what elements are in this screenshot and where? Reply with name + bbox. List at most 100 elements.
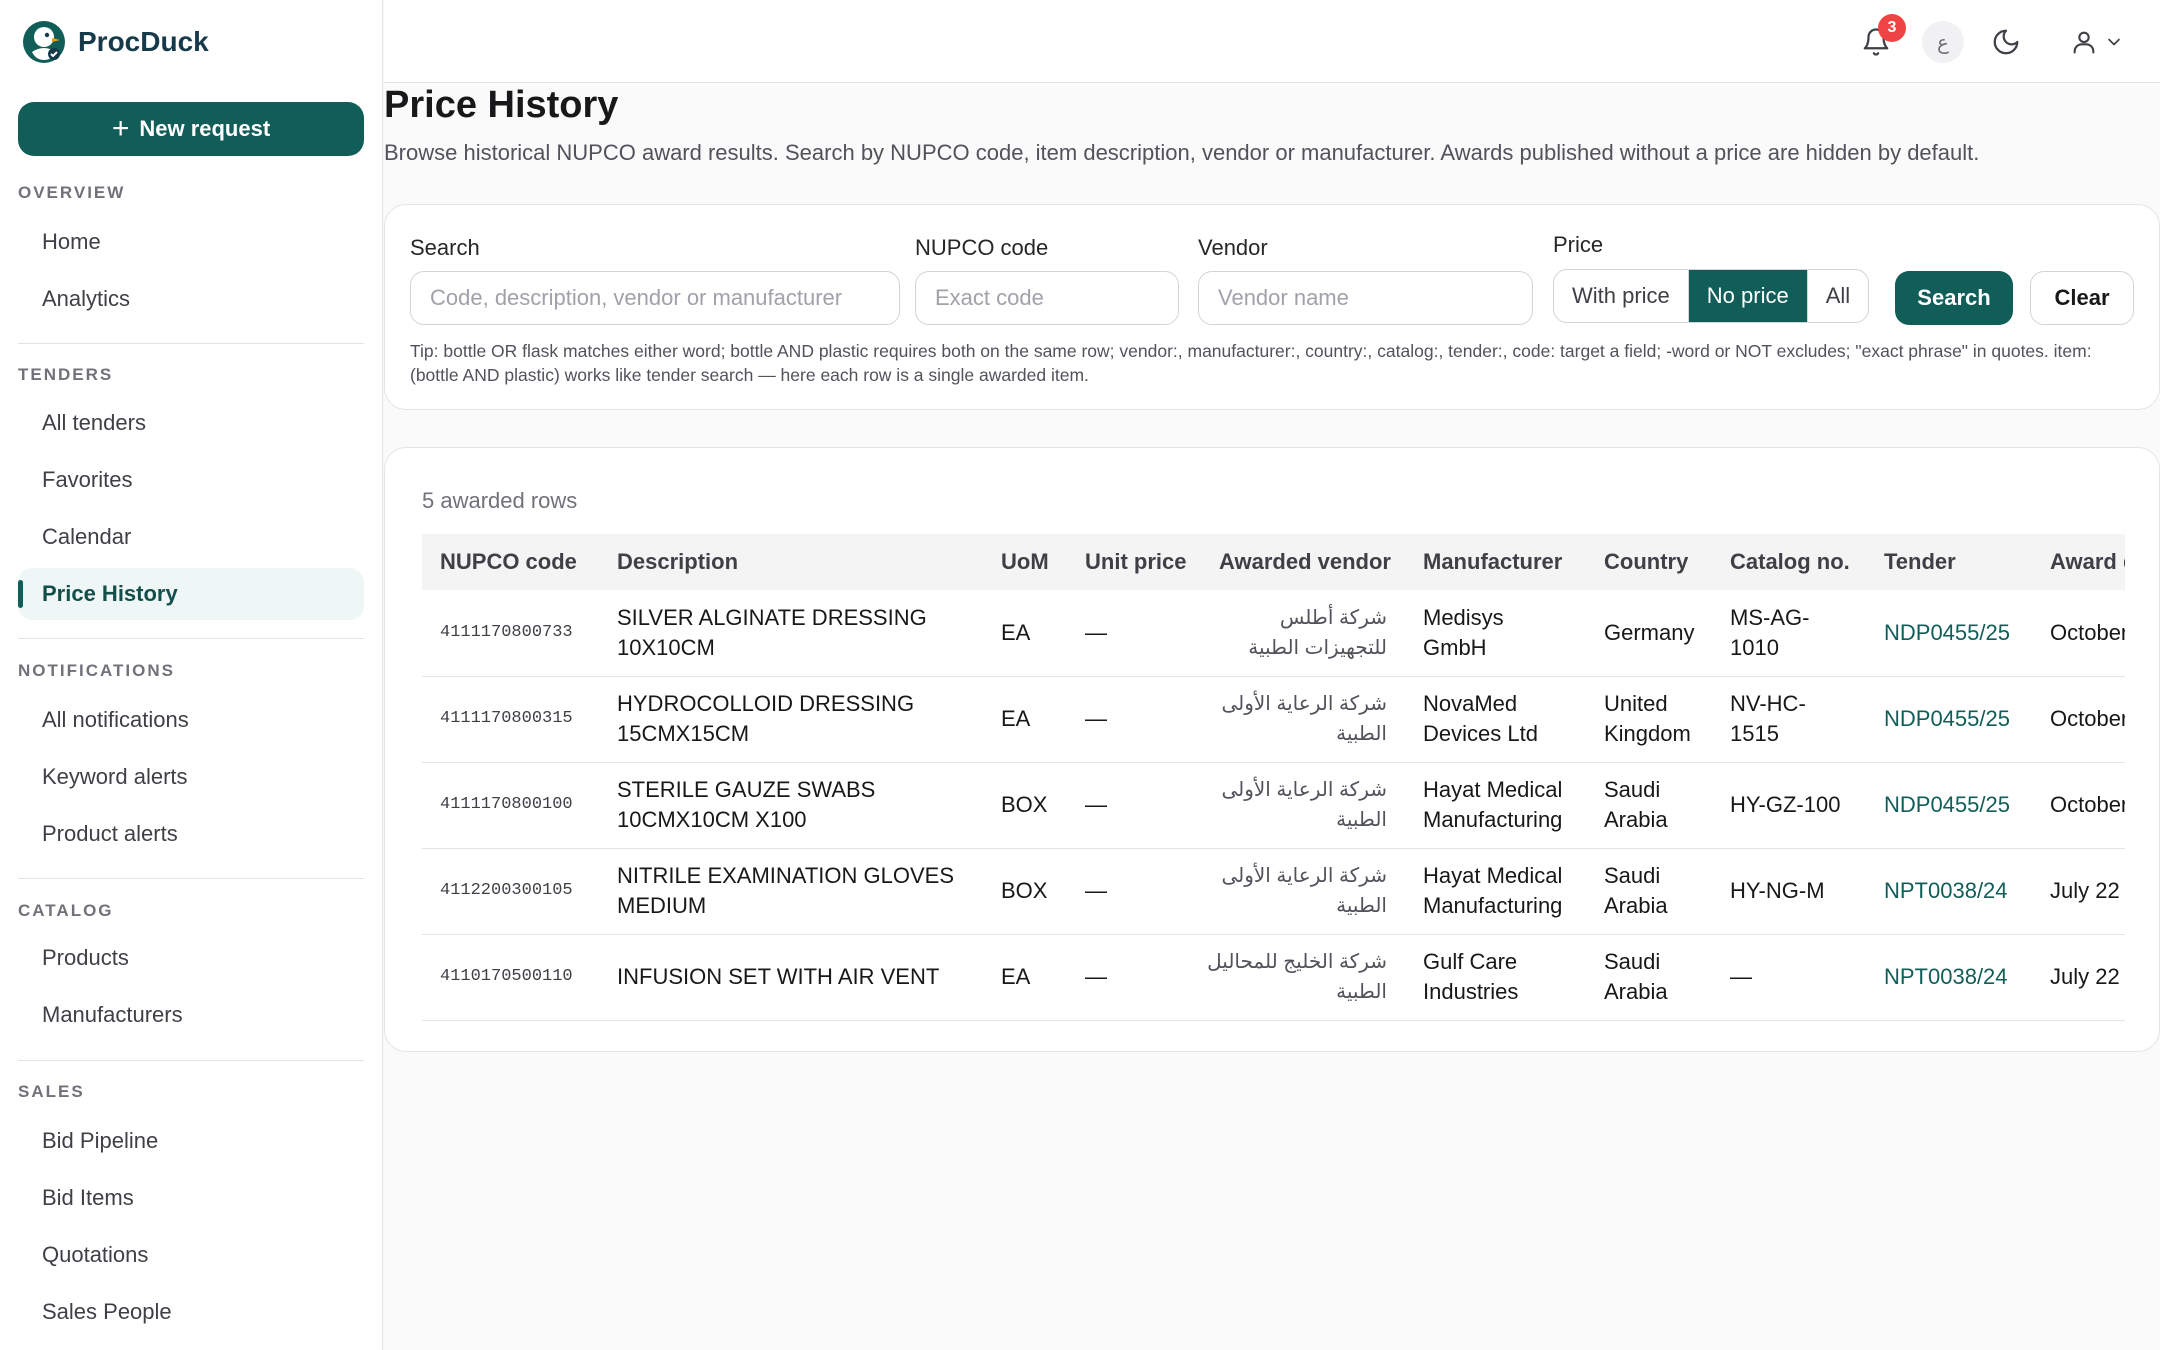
vendor-input[interactable] (1198, 271, 1533, 325)
cell-unit-price: — (1085, 619, 1107, 645)
cell-tender-link[interactable]: NDP0455/25 (1866, 676, 2032, 762)
theme-toggle-button[interactable] (1986, 22, 2026, 62)
nav-heading-sales: SALES (18, 1082, 85, 1101)
vendor-name: شركة الخليج للمحاليل الطبية (1207, 951, 1387, 1003)
cell-manufacturer: Hayat Medical Manufacturing (1423, 863, 1563, 918)
price-option-no-price[interactable]: No price (1688, 270, 1808, 322)
sidebar-item-manufacturers[interactable]: Manufacturers (18, 989, 364, 1041)
sidebar: ProcDuck + New request OVERVIEW Home Ana… (0, 0, 383, 1350)
table-header-row: NUPCO code Description UoM Unit price Aw… (422, 534, 2125, 590)
sidebar-item-keyword-alerts[interactable]: Keyword alerts (18, 751, 364, 803)
sidebar-divider (18, 638, 364, 639)
sidebar-item-all-tenders[interactable]: All tenders (18, 397, 364, 449)
plus-icon: + (111, 112, 130, 145)
sidebar-item-quotations[interactable]: Quotations (18, 1229, 364, 1281)
column-header-unit-price[interactable]: Unit price (1067, 534, 1201, 590)
cell-award-date: July 22 (2050, 878, 2120, 903)
column-header-nupco-code[interactable]: NUPCO code (422, 534, 599, 590)
column-header-country[interactable]: Country (1586, 534, 1712, 590)
sidebar-item-price-history[interactable]: Price History (18, 568, 364, 620)
cell-tender-link[interactable]: NPT0038/24 (1866, 848, 2032, 934)
price-label: Price (1553, 232, 1604, 257)
sidebar-item-analytics[interactable]: Analytics (18, 273, 364, 325)
table-row: 4112200300105 NITRILE EXAMINATION GLOVES… (422, 848, 2125, 934)
cell-award-date: October (2050, 792, 2125, 817)
notification-count-badge: 3 (1878, 14, 1906, 42)
new-request-button[interactable]: + New request (18, 102, 364, 156)
cell-country: Saudi Arabia (1604, 949, 1668, 1004)
cell-country: Saudi Arabia (1604, 863, 1668, 918)
cell-uom: EA (1001, 964, 1031, 989)
notifications-button[interactable]: 3 (1856, 14, 1906, 62)
cell-award-date: July 22 (2050, 964, 2120, 989)
cell-catalog-no: HY-GZ-100 (1730, 792, 1841, 817)
search-label: Search (410, 235, 480, 260)
sidebar-divider (18, 878, 364, 879)
table-row: 4111170800315 HYDROCOLLOID DRESSING 15CM… (422, 676, 2125, 762)
sidebar-item-all-notifications[interactable]: All notifications (18, 694, 364, 746)
cell-nupco-code: 4110170500110 (440, 967, 573, 986)
price-filter-toggle: With price No price All (1553, 269, 1870, 323)
sidebar-item-calendar[interactable]: Calendar (18, 511, 364, 563)
cell-uom: BOX (1001, 878, 1048, 903)
table-row: 4110170500110 INFUSION SET WITH AIR VENT… (422, 934, 2125, 1020)
sidebar-item-sales-people[interactable]: Sales People (18, 1286, 364, 1338)
cell-award-date: October (2050, 619, 2125, 645)
user-menu-button[interactable] (2062, 22, 2132, 62)
sidebar-item-bid-pipeline[interactable]: Bid Pipeline (18, 1115, 364, 1167)
cell-awarded-vendor: شركة الرعاية الأولى الطبية (1201, 676, 1405, 762)
cell-unit-price: — (1085, 878, 1107, 903)
sidebar-item-product-alerts[interactable]: Product alerts (18, 808, 364, 860)
nav-heading-notifications: NOTIFICATIONS (18, 661, 175, 680)
language-toggle-button[interactable]: ع (1922, 21, 1964, 63)
results-table-scroll[interactable]: NUPCO code Description UoM Unit price Aw… (422, 534, 2125, 1022)
clear-button[interactable]: Clear (2030, 271, 2134, 325)
cell-unit-price: — (1085, 792, 1107, 817)
sidebar-divider (18, 343, 364, 344)
sidebar-item-favorites[interactable]: Favorites (18, 454, 364, 506)
cell-awarded-vendor: شركة أطلس للتجهيزات الطبية (1201, 590, 1405, 676)
sidebar-item-home[interactable]: Home (18, 216, 364, 268)
cell-unit-price: — (1085, 964, 1107, 989)
sidebar-item-bid-items[interactable]: Bid Items (18, 1172, 364, 1224)
search-input[interactable] (410, 271, 900, 325)
sidebar-divider (18, 1060, 364, 1061)
price-option-with-price[interactable]: With price (1554, 270, 1689, 322)
cell-award-date: October (2050, 706, 2125, 731)
column-header-uom[interactable]: UoM (983, 534, 1067, 590)
column-header-manufacturer[interactable]: Manufacturer (1405, 534, 1586, 590)
results-card: 5 awarded rows NUPCO code Description Uo… (384, 447, 2160, 1052)
cell-manufacturer: Gulf Care Industries (1423, 949, 1519, 1004)
brand-name: ProcDuck (78, 26, 209, 57)
filter-card: Search NUPCO code Vendor Price With pric… (384, 204, 2160, 410)
price-option-all[interactable]: All (1808, 270, 1868, 322)
page-title: Price History (384, 84, 619, 126)
nupco-code-input[interactable] (915, 271, 1179, 325)
cell-description: HYDROCOLLOID DRESSING 15CMX15CM (617, 691, 915, 746)
cell-manufacturer: NovaMed Devices Ltd (1423, 691, 1538, 746)
cell-tender-link[interactable]: NPT0038/24 (1866, 934, 2032, 1020)
cell-tender-link[interactable]: NDP0455/25 (1866, 590, 2032, 676)
duck-logo-icon (23, 21, 65, 63)
search-button[interactable]: Search (1895, 271, 2013, 325)
vendor-name: شركة الرعاية الأولى الطبية (1221, 693, 1387, 745)
nav-heading-overview: OVERVIEW (18, 183, 126, 202)
cell-country: Germany (1604, 619, 1695, 645)
brand[interactable]: ProcDuck (22, 20, 209, 64)
cell-awarded-vendor: شركة الخليج للمحاليل الطبية (1201, 934, 1405, 1020)
column-header-description[interactable]: Description (599, 534, 983, 590)
column-header-awarded-vendor[interactable]: Awarded vendor (1201, 534, 1405, 590)
column-header-catalog-no[interactable]: Catalog no. (1712, 534, 1866, 590)
cell-nupco-code: 4111170800733 (440, 622, 573, 642)
cell-catalog-no: — (1730, 964, 1752, 989)
chevron-down-icon (2108, 38, 2120, 46)
nav-heading-catalog: CATALOG (18, 901, 114, 920)
cell-catalog-no: HY-NG-M (1730, 878, 1825, 903)
vendor-name: شركة الرعاية الأولى الطبية (1221, 779, 1387, 831)
sidebar-item-products[interactable]: Products (18, 932, 364, 984)
column-header-tender[interactable]: Tender (1866, 534, 2032, 590)
cell-tender-link[interactable]: NDP0455/25 (1866, 762, 2032, 848)
column-header-award-date[interactable]: Award date (2032, 534, 2125, 590)
cell-catalog-no: MS-AG-1010 (1730, 604, 1810, 660)
cell-uom: EA (1001, 619, 1031, 645)
